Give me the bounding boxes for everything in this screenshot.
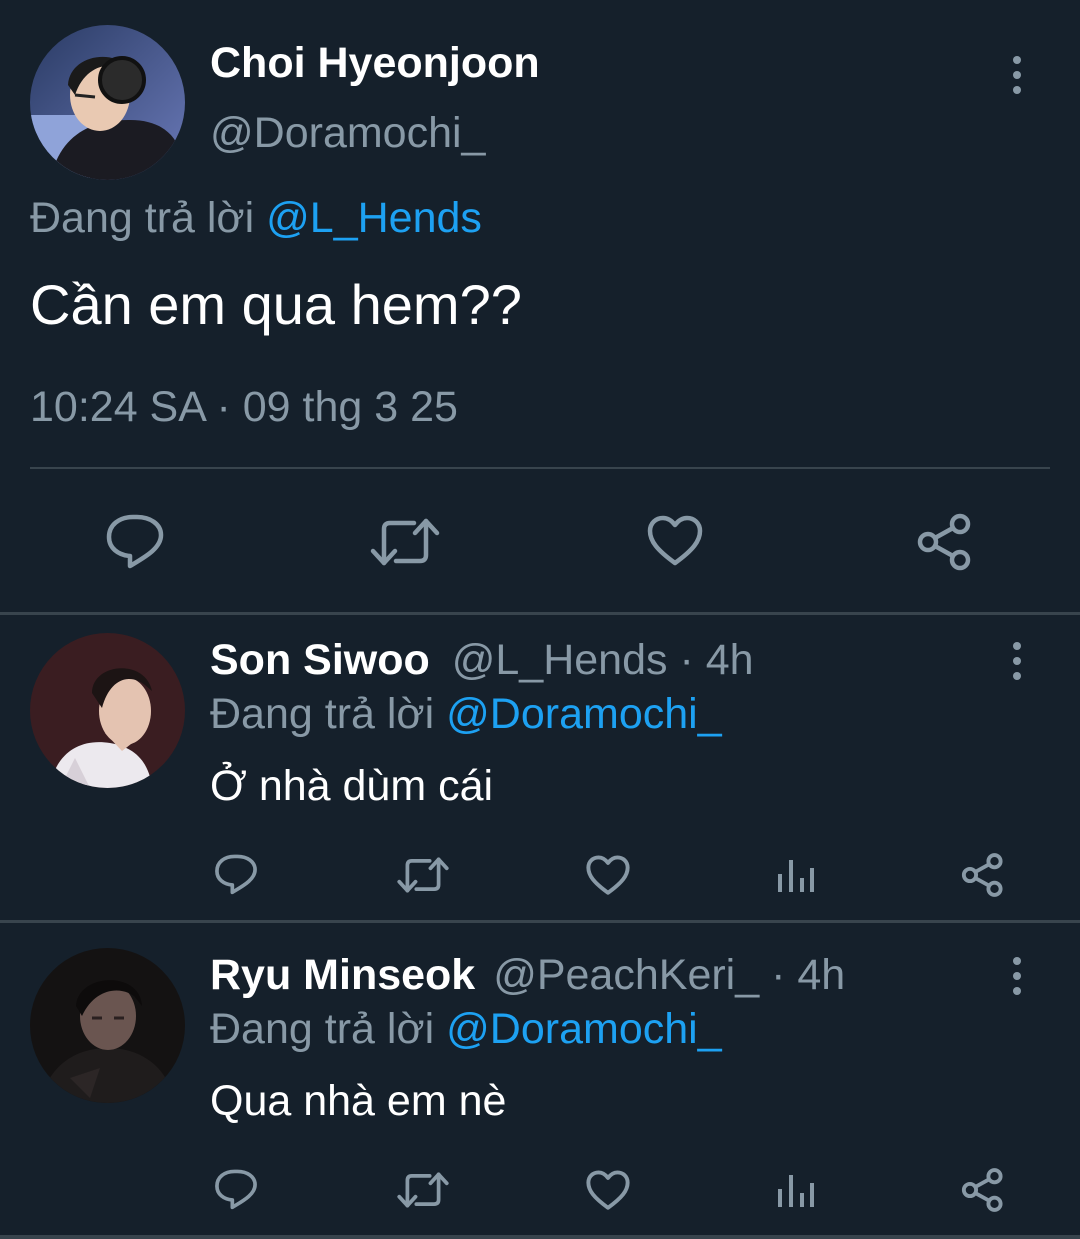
- share-icon[interactable]: [915, 512, 975, 572]
- reply-icon[interactable]: [214, 853, 258, 895]
- reply-author-name[interactable]: Son Siwoo: [210, 636, 430, 684]
- avatar-main[interactable]: [30, 25, 185, 180]
- reply-text: Qua nhà em nè: [210, 1077, 507, 1125]
- reply-icon[interactable]: [214, 1168, 258, 1210]
- reply-age[interactable]: · 4h: [771, 951, 845, 999]
- reply-age[interactable]: · 4h: [679, 636, 753, 684]
- divider: [0, 612, 1080, 615]
- reply-icon[interactable]: [105, 513, 165, 569]
- like-icon[interactable]: [586, 1170, 630, 1211]
- replying-to-line: Đang trả lời @L_Hends: [30, 193, 482, 243]
- avatar-reply-1[interactable]: [30, 633, 185, 788]
- author-handle[interactable]: @Doramochi_: [210, 108, 485, 158]
- reply-header: Son Siwoo @L_Hends · 4h: [210, 635, 754, 685]
- divider: [0, 920, 1080, 923]
- replying-to-link[interactable]: @L_Hends: [266, 194, 482, 242]
- author-name[interactable]: Choi Hyeonjoon: [210, 38, 540, 88]
- replying-to-link[interactable]: @Doramochi_: [446, 690, 721, 738]
- replying-to-line: Đang trả lời @Doramochi_: [210, 689, 722, 739]
- replying-to-label: Đang trả lời: [210, 1005, 435, 1053]
- divider: [30, 467, 1050, 469]
- replying-to-link[interactable]: @Doramochi_: [446, 1005, 721, 1053]
- like-icon[interactable]: [586, 855, 630, 896]
- reply-author-handle[interactable]: @L_Hends: [452, 636, 668, 684]
- retweet-icon[interactable]: [370, 517, 440, 567]
- replying-to-label: Đang trả lời: [210, 690, 435, 738]
- reply-author-handle[interactable]: @PeachKeri_: [493, 951, 759, 999]
- tweet-timestamp[interactable]: 10:24 SA · 09 thg 3 25: [30, 382, 458, 432]
- reply-header: Ryu Minseok @PeachKeri_ · 4h: [210, 950, 845, 1000]
- more-options-icon[interactable]: [1011, 56, 1023, 94]
- reply-author-name[interactable]: Ryu Minseok: [210, 951, 475, 999]
- avatar-reply-2[interactable]: [30, 948, 185, 1103]
- more-options-icon[interactable]: [1011, 642, 1023, 680]
- replying-to-label: Đang trả lời: [30, 194, 255, 242]
- analytics-icon[interactable]: [776, 858, 816, 894]
- more-options-icon[interactable]: [1011, 957, 1023, 995]
- analytics-icon[interactable]: [776, 1173, 816, 1209]
- reply-text: Ở nhà dùm cái: [210, 762, 494, 810]
- share-icon[interactable]: [960, 1167, 1006, 1213]
- like-icon[interactable]: [647, 515, 703, 567]
- tweet-text: Cần em qua hem??: [30, 273, 522, 336]
- share-icon[interactable]: [960, 852, 1006, 898]
- replying-to-line: Đang trả lời @Doramochi_: [210, 1004, 722, 1054]
- divider: [0, 1235, 1080, 1239]
- retweet-icon[interactable]: [397, 856, 449, 894]
- retweet-icon[interactable]: [397, 1171, 449, 1209]
